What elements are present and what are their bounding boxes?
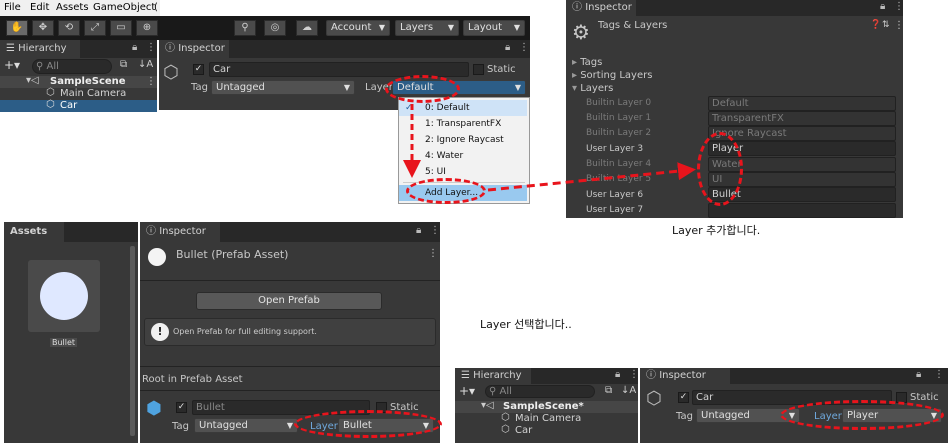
annotation-arrows: [403, 104, 696, 192]
arrow-right: [487, 162, 696, 192]
